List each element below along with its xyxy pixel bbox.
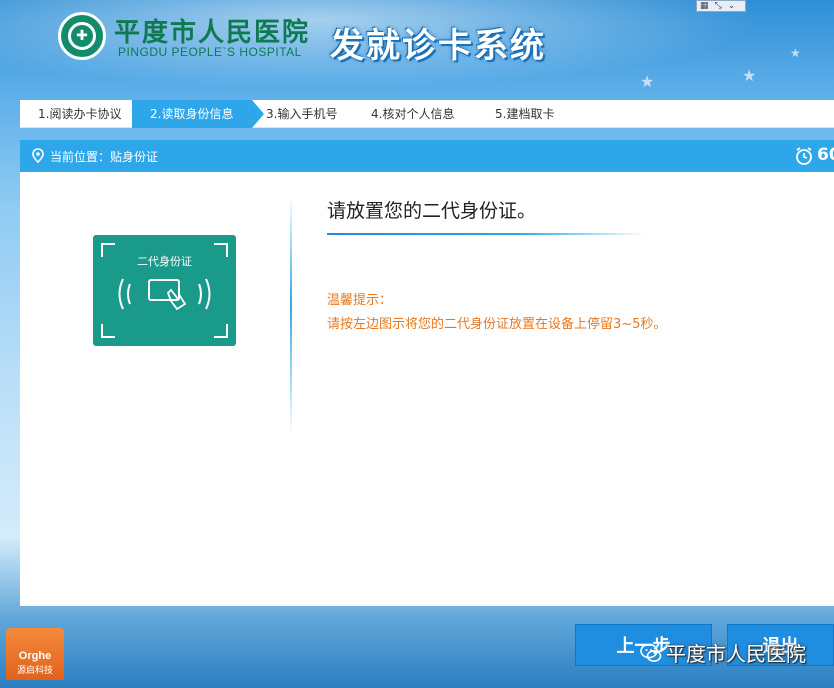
id-card-illustration: 二代身份证 [93,235,236,346]
step-1: 1.阅读办卡协议 [38,107,122,121]
grid-icon[interactable]: ▦ [697,1,712,11]
window-controls[interactable]: ▦ ⤡ ⌄ [696,0,746,12]
step-4: 4.核对个人信息 [371,107,455,121]
system-title: 发就诊卡系统 [330,26,546,66]
hospital-name-en: PINGDU PEOPLE`S HOSPITAL [118,45,302,59]
step-5: 5.建档取卡 [495,107,555,121]
instruction-headline: 请放置您的二代身份证。 [327,200,537,222]
location-bar: 当前位置：贴身份证 60 [20,140,834,172]
alarm-clock-icon [796,147,812,165]
star-icon: ★ [790,46,801,60]
id-card-label: 二代身份证 [137,255,192,268]
hospital-name: 平度市人民医院 [114,18,311,48]
watermark: 平度市人民医院 [640,638,806,667]
brand-name-en: Orghe [18,650,52,662]
step-2-active: 2.读取身份信息 [132,100,264,128]
vertical-divider [290,196,292,436]
step-3: 3.输入手机号 [266,107,338,121]
star-icon: ★ [742,66,757,85]
step-bar: 1.阅读办卡协议 2.读取身份信息 3.输入手机号 4.核对个人信息 5.建档取… [20,100,834,128]
tip-body: 请按左边图示将您的二代身份证放置在设备上停留3~5秒。 [327,317,667,332]
location-pin-icon [32,148,44,164]
watermark-text: 平度市人民医院 [666,642,806,666]
card-reader-icon [118,278,211,311]
tip-title: 温馨提示： [327,293,393,308]
main-panel: 二代身份证 请放置您的二代身份证。 温馨提示： 请按左边图示将您的二代身份证放置… [20,172,834,606]
countdown-timer: 60 [817,145,834,165]
brand-name-cn: 源启科技 [16,666,53,676]
wechat-icon [640,643,662,662]
brand-badge: Orghe 源启科技 [6,628,64,680]
headline-underline [327,233,647,235]
restore-icon[interactable]: ⤡ [712,1,725,11]
chevron-down-icon[interactable]: ⌄ [725,1,739,11]
star-icon: ★ [640,72,655,91]
location-text: 当前位置：贴身份证 [50,150,159,164]
hospital-logo: ✚ [58,12,106,60]
